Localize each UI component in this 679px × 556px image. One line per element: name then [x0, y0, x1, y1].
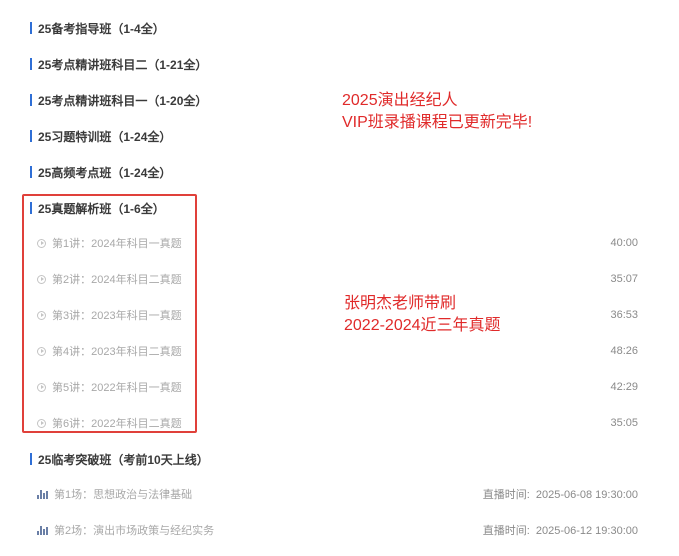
- live-session-title: 第1场：思想政治与法律基础: [54, 489, 193, 501]
- section-accent-bar: [30, 130, 32, 142]
- lesson-duration: 35:07: [610, 273, 638, 285]
- teacher-annotation: 张明杰老师带刷 2022-2024近三年真题: [344, 293, 501, 337]
- section-title: 25高频考点班（1-24全）: [38, 165, 172, 180]
- highlight-box: [22, 194, 197, 433]
- section-accent-bar: [30, 22, 32, 34]
- live-time-label: 直播时间:: [482, 525, 530, 537]
- teacher-line: 张明杰老师带刷: [344, 295, 457, 312]
- course-section-header[interactable]: 25考点精讲班科目二（1-21全）: [30, 56, 207, 72]
- lesson-duration: 35:05: [610, 417, 638, 429]
- live-session-title: 第2场：演出市场政策与经纪实务: [54, 525, 215, 537]
- live-session-item[interactable]: 第2场：演出市场政策与经纪实务 直播时间: 2025-06-12 19:30:00: [37, 522, 638, 538]
- course-section-header[interactable]: 25临考突破班（考前10天上线）: [30, 451, 209, 467]
- promo-line: 2025演出经纪人: [342, 92, 458, 109]
- live-time: 2025-06-08 19:30:00: [535, 489, 638, 501]
- course-section-header[interactable]: 25备考指导班（1-4全）: [30, 20, 165, 36]
- live-bars-icon: [37, 489, 48, 499]
- live-session-item[interactable]: 第1场：思想政治与法律基础 直播时间: 2025-06-08 19:30:00: [37, 486, 638, 502]
- course-section-header[interactable]: 25高频考点班（1-24全）: [30, 164, 171, 180]
- lesson-duration: 40:00: [610, 237, 638, 249]
- section-title: 25考点精讲班科目一（1-20全）: [38, 93, 208, 108]
- section-accent-bar: [30, 58, 32, 70]
- section-accent-bar: [30, 453, 32, 465]
- live-bars-icon: [37, 525, 48, 535]
- course-section-header[interactable]: 25习题特训班（1-24全）: [30, 128, 171, 144]
- section-title: 25习题特训班（1-24全）: [38, 129, 172, 144]
- teacher-line: 2022-2024近三年真题: [344, 317, 501, 334]
- lesson-duration: 42:29: [610, 381, 638, 393]
- lesson-duration: 48:26: [610, 345, 638, 357]
- section-title: 25临考突破班（考前10天上线）: [38, 452, 209, 467]
- live-time-label: 直播时间:: [482, 489, 530, 501]
- section-title: 25备考指导班（1-4全）: [38, 21, 165, 36]
- course-section-header[interactable]: 25考点精讲班科目一（1-20全）: [30, 92, 207, 108]
- section-accent-bar: [30, 94, 32, 106]
- section-accent-bar: [30, 166, 32, 178]
- lesson-duration: 36:53: [610, 309, 638, 321]
- live-time: 2025-06-12 19:30:00: [535, 525, 638, 537]
- promo-annotation: 2025演出经纪人 VIP班录播课程已更新完毕!: [342, 90, 532, 134]
- promo-line: VIP班录播课程已更新完毕!: [342, 114, 533, 131]
- section-title: 25考点精讲班科目二（1-21全）: [38, 57, 208, 72]
